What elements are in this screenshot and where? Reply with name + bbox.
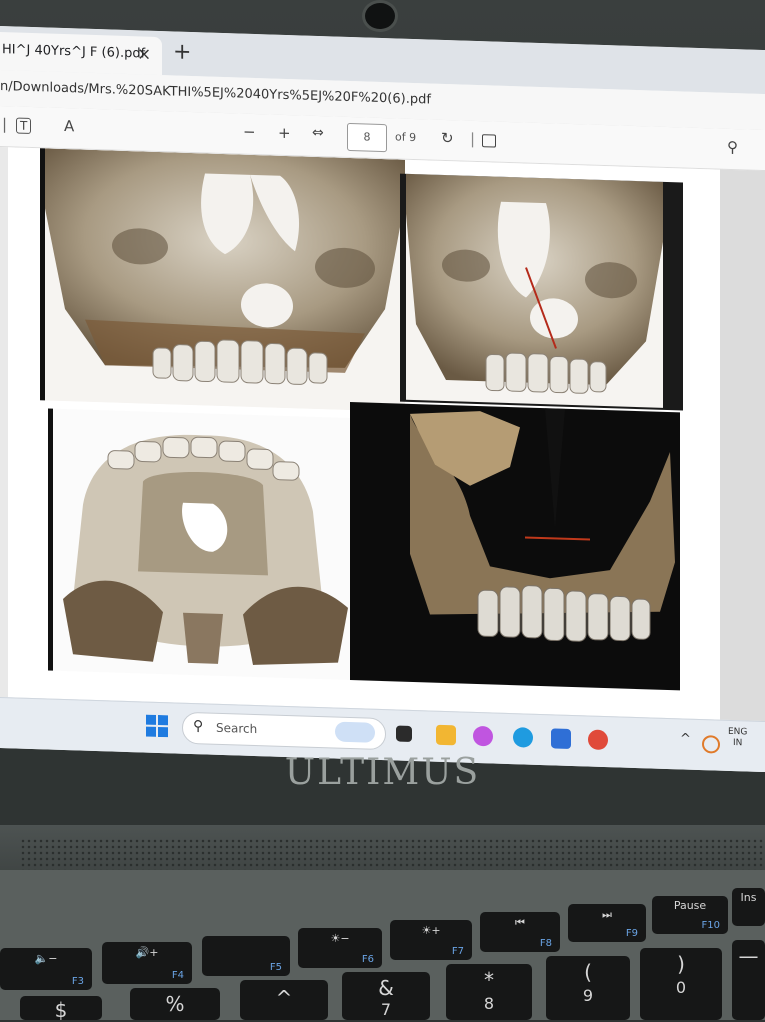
skull-palatal-render <box>63 434 348 665</box>
browser-tab[interactable]: HI^J 40Yrs^J F (6).pdf × <box>0 32 162 76</box>
text-tool-icon[interactable]: T <box>16 117 32 134</box>
search-highlight-icon <box>335 721 375 743</box>
url-text[interactable]: n/Downloads/Mrs.%20SAKTHI%5EJ%2040Yrs%5E… <box>0 79 431 108</box>
page-view-icon[interactable] <box>482 134 496 148</box>
skull-dark-render <box>410 408 675 642</box>
new-tab-icon[interactable]: + <box>173 39 191 65</box>
ct-scan-palatal-view <box>48 408 355 681</box>
skull-frontal-render <box>45 148 405 412</box>
toolbar-divider: | <box>470 129 476 148</box>
copilot-icon[interactable] <box>473 725 493 747</box>
lang-code: ENG <box>728 726 748 738</box>
tray-app-icon[interactable] <box>702 735 720 754</box>
taskbar-search-box[interactable]: ⚲ Search <box>182 711 386 751</box>
laptop-brand-logo: ULTIMUS <box>284 752 481 793</box>
chrome-icon[interactable] <box>588 729 608 751</box>
page-count: of 9 <box>395 130 417 145</box>
tray-chevron-icon[interactable]: ^ <box>680 731 691 746</box>
windows-start-icon[interactable] <box>146 714 168 738</box>
read-aloud-icon[interactable]: A <box>64 117 74 135</box>
rotate-icon[interactable]: ↻ <box>441 129 454 147</box>
close-tab-icon[interactable]: × <box>137 44 151 64</box>
fit-to-width-icon[interactable]: ⇔ <box>312 125 324 141</box>
tab-title: HI^J 40Yrs^J F (6).pdf <box>2 42 146 62</box>
task-view-icon[interactable] <box>396 725 412 742</box>
store-icon[interactable] <box>551 728 571 749</box>
pdf-viewer <box>0 147 765 722</box>
zoom-in-icon[interactable]: + <box>278 124 291 142</box>
edge-icon[interactable] <box>513 727 533 748</box>
zoom-out-icon[interactable]: − <box>243 123 256 141</box>
language-indicator[interactable]: ENG IN <box>728 727 747 750</box>
search-placeholder: Search <box>216 720 258 737</box>
ct-scan-oblique-view <box>400 173 683 411</box>
pdf-page <box>8 147 720 720</box>
viewer-right-margin <box>720 169 765 722</box>
page-number-input[interactable]: 8 <box>347 122 387 153</box>
skull-oblique-render <box>406 173 663 394</box>
file-explorer-icon[interactable] <box>436 724 456 746</box>
webcam <box>362 0 398 32</box>
keyboard-deck <box>0 870 765 1020</box>
lang-region: IN <box>733 738 743 749</box>
toolbar-divider: | <box>2 115 8 134</box>
ct-scan-frontal-view <box>40 148 405 412</box>
search-icon[interactable]: ⚲ <box>727 138 738 156</box>
laptop-screen: HI^J 40Yrs^J F (6).pdf × + n/Downloads/M… <box>0 26 765 773</box>
ct-scan-dark-render <box>350 401 680 691</box>
search-icon: ⚲ <box>193 718 204 735</box>
